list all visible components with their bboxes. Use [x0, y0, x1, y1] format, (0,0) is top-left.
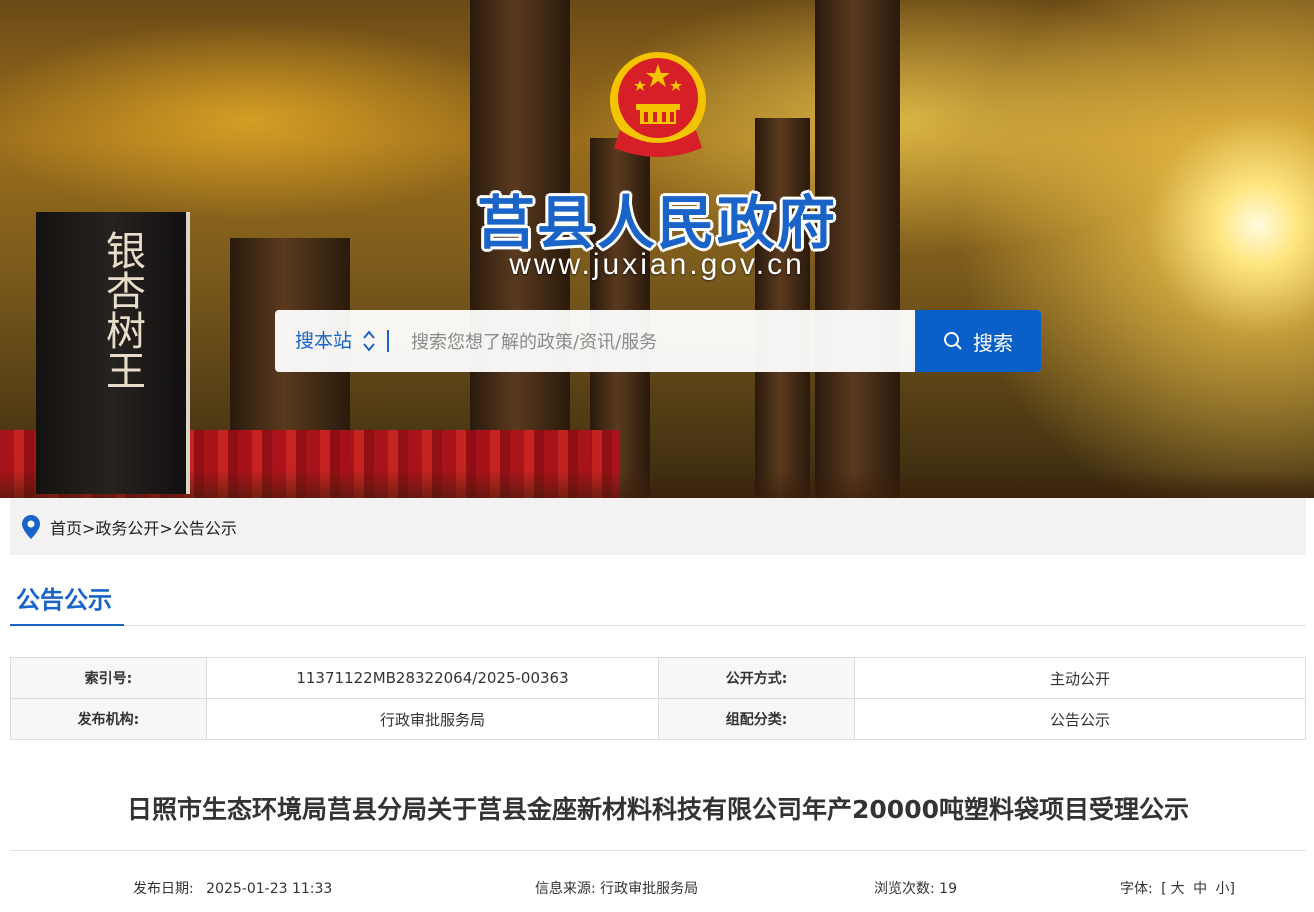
search-button[interactable]: 搜索	[915, 310, 1041, 372]
publish-date: 发布日期: 2025-01-23 11:33	[133, 878, 332, 898]
search-icon	[944, 332, 962, 350]
info-source-label: 信息来源:	[535, 881, 596, 897]
disclosure-method-value: 主动公开	[853, 657, 1307, 699]
publish-date-value: 2025-01-23 11:33	[206, 881, 333, 897]
search-bar: 搜本站 搜索	[275, 310, 1041, 372]
disclosure-method-label: 公开方式:	[658, 657, 855, 699]
national-emblem-icon	[610, 52, 706, 157]
breadcrumb: 首页>政务公开>公告公示	[10, 498, 1306, 555]
font-size-bracket: [	[1161, 881, 1167, 897]
view-count-value: 19	[939, 881, 957, 897]
font-large-button[interactable]: 大	[1171, 881, 1185, 897]
info-source-value: 行政审批服务局	[600, 881, 699, 897]
ground-shadow	[0, 470, 1314, 498]
category-value: 公告公示	[853, 698, 1307, 740]
font-size-label: 字体:	[1120, 881, 1153, 897]
sort-arrows-icon[interactable]	[363, 329, 375, 353]
font-size-control: 字体: [大 中 小]	[1118, 878, 1237, 898]
publisher-label: 发布机构:	[10, 698, 207, 740]
search-input[interactable]	[409, 310, 913, 372]
search-scope-select[interactable]: 搜本站	[295, 310, 352, 372]
document-info-table: 索引号: 11371122MB28322064/2025-00363 公开方式:…	[10, 657, 1307, 740]
font-small-button[interactable]: 小]	[1216, 881, 1235, 897]
section-underline	[10, 624, 124, 626]
info-source: 信息来源: 行政审批服务局	[535, 878, 698, 898]
index-number-value: 11371122MB28322064/2025-00363	[205, 657, 660, 699]
section-header: 公告公示	[10, 578, 1306, 626]
site-url: www.juxian.gov.cn	[509, 248, 805, 281]
table-row: 发布机构: 行政审批服务局 组配分类: 公告公示	[10, 698, 1307, 740]
index-number-label: 索引号:	[10, 657, 207, 699]
publish-date-label: 发布日期:	[133, 881, 194, 897]
publisher-value: 行政审批服务局	[205, 698, 660, 740]
view-count-label: 浏览次数:	[874, 881, 935, 897]
article-title: 日照市生态环境局莒县分局关于莒县金座新材料科技有限公司年产20000吨塑料袋项目…	[127, 795, 1189, 824]
location-pin-icon	[22, 514, 40, 539]
search-divider	[387, 330, 389, 352]
view-count: 浏览次数: 19	[874, 878, 957, 898]
header-banner: 银杏树王 莒县人民政府 www.juxian.gov.cn 搜本站 搜索	[0, 0, 1314, 498]
tree-trunk	[755, 118, 810, 498]
font-medium-button[interactable]: 中	[1193, 881, 1207, 897]
title-divider	[10, 850, 1306, 851]
search-button-label: 搜索	[973, 330, 1013, 355]
category-label: 组配分类:	[658, 698, 855, 740]
breadcrumb-trail[interactable]: 首页>政务公开>公告公示	[50, 515, 237, 539]
section-title: 公告公示	[16, 586, 112, 614]
table-row: 索引号: 11371122MB28322064/2025-00363 公开方式:…	[10, 657, 1307, 699]
